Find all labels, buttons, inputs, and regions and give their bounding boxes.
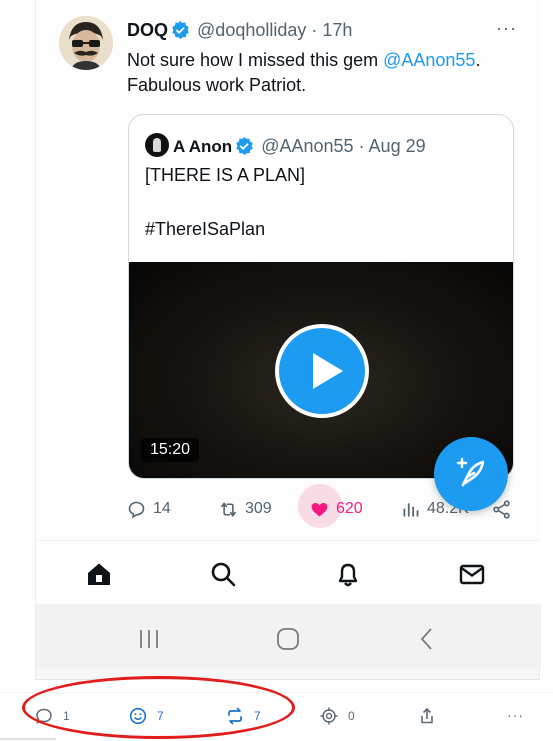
phone-screenshot: DOQ @doqholliday · 17h ··· Not sure how …	[35, 0, 541, 680]
tweet-text: Not sure how I missed this gem @AAnon55.…	[127, 48, 527, 98]
reply-icon	[128, 501, 145, 519]
search-icon[interactable]	[208, 559, 238, 589]
post-footer-bar: 1 7 7 0 ···	[0, 692, 553, 741]
more-options-icon[interactable]: ···	[496, 18, 517, 39]
verified-badge-icon	[172, 20, 189, 40]
repost-count: 309	[245, 500, 272, 517]
divider	[0, 738, 56, 740]
crosshair-icon	[320, 707, 338, 725]
more-options-icon[interactable]: ···	[507, 707, 524, 723]
target-button[interactable]: 0	[320, 707, 355, 725]
reply-count: 14	[153, 500, 171, 517]
video-duration: 15:20	[141, 438, 200, 462]
repost-button[interactable]: 309	[218, 496, 272, 522]
reshare-count: 7	[254, 709, 261, 723]
reactions-count: 7	[157, 709, 164, 723]
quote-hashtag[interactable]: #ThereISaPlan	[145, 219, 265, 240]
reshare-button[interactable]: 7	[226, 707, 261, 725]
tweet-text-part1: Not sure how I missed this gem	[127, 50, 384, 70]
quote-author-name[interactable]: A Anon	[173, 137, 232, 156]
quote-date[interactable]: Aug 29	[369, 136, 426, 156]
tweet[interactable]: DOQ @doqholliday · 17h ··· Not sure how …	[36, 0, 541, 540]
mention-link[interactable]: @AAnon55	[383, 50, 475, 70]
views-icon	[403, 502, 419, 516]
reactions-button[interactable]: 7	[129, 707, 164, 725]
quote-separator: ·	[353, 136, 369, 156]
play-button-icon[interactable]	[275, 324, 369, 418]
tweet-text-part2: .	[475, 50, 481, 70]
quote-handle[interactable]: @AAnon55	[261, 136, 353, 156]
comments-count: 1	[63, 709, 70, 723]
tweet-header: DOQ @doqholliday · 17h	[127, 20, 352, 41]
verified-badge-icon	[236, 136, 254, 156]
upload-share-button[interactable]	[418, 707, 436, 725]
tweet-text-line2: Fabulous work Patriot.	[127, 75, 307, 95]
header-separator: ·	[306, 20, 323, 40]
reply-button[interactable]: 14	[126, 496, 171, 522]
repost-icon	[220, 501, 237, 517]
quoted-tweet[interactable]: A Anon @AAnon55 · Aug 29 [THERE IS A PLA…	[128, 114, 514, 479]
repeat-icon	[228, 707, 242, 725]
like-button[interactable]: 620	[309, 496, 363, 522]
bell-icon[interactable]	[333, 559, 363, 589]
author-handle[interactable]: @doqholliday	[197, 20, 306, 40]
compose-feather-icon	[456, 457, 485, 487]
smiley-icon	[129, 707, 147, 725]
comment-bubble-icon	[36, 708, 52, 724]
home-icon[interactable]	[84, 559, 114, 589]
quote-text-line1: [THERE IS A PLAN]	[145, 165, 306, 185]
like-count: 620	[336, 500, 363, 517]
author-avatar[interactable]	[59, 16, 113, 70]
quote-avatar[interactable]	[145, 133, 169, 157]
tweet-time[interactable]: 17h	[322, 20, 352, 40]
compose-button[interactable]	[434, 437, 508, 511]
home-circle-icon[interactable]	[275, 628, 301, 650]
share-upload-icon	[421, 708, 433, 724]
android-system-navigation	[36, 604, 541, 668]
comments-button[interactable]: 1	[35, 707, 70, 725]
bottom-navigation	[36, 540, 541, 604]
target-count: 0	[348, 709, 355, 723]
mail-icon[interactable]	[457, 559, 487, 589]
quote-header: A Anon @AAnon55 · Aug 29	[145, 133, 426, 157]
author-name[interactable]: DOQ	[127, 20, 168, 40]
back-icon[interactable]	[414, 628, 440, 650]
recents-icon[interactable]	[136, 628, 162, 650]
heart-icon	[311, 502, 328, 516]
